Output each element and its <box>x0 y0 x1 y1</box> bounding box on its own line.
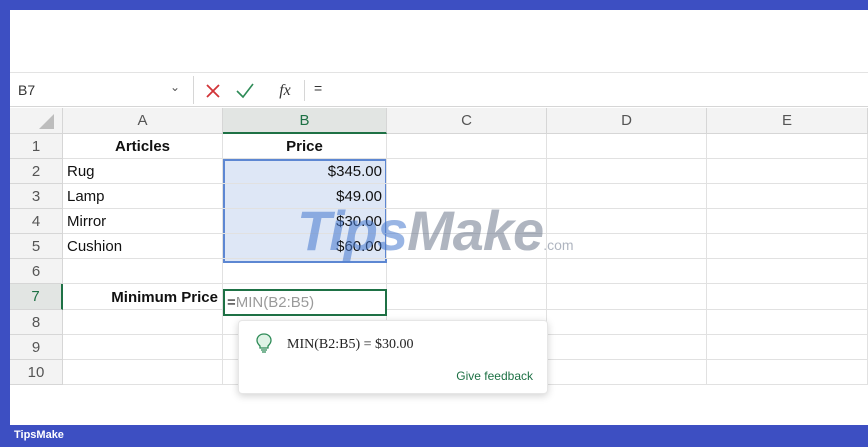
column-header-e[interactable]: E <box>707 108 868 134</box>
grid-cell[interactable] <box>707 335 868 360</box>
column-header-c[interactable]: C <box>387 108 547 134</box>
formula-bar: B7 ⌄ fx = <box>10 74 868 107</box>
formula-bar-divider <box>304 80 305 101</box>
column-header-d[interactable]: D <box>547 108 707 134</box>
suggestion-text[interactable]: MIN(B2:B5) = $30.00 <box>287 337 414 353</box>
grid-cell[interactable] <box>387 209 547 234</box>
grid-cell[interactable] <box>547 335 707 360</box>
footer-brand-label: TipsMake <box>14 429 64 441</box>
grid-cell[interactable] <box>547 284 707 310</box>
cell-b7-formula: =MIN(B2:B5) <box>227 290 314 315</box>
insert-function-icon[interactable]: fx <box>272 74 298 107</box>
row-header-9[interactable]: 9 <box>10 335 63 360</box>
cell-a2[interactable]: Rug <box>63 159 223 184</box>
lightbulb-icon <box>255 332 273 358</box>
cell-b5[interactable]: $60.00 <box>223 234 387 259</box>
close-icon[interactable] <box>200 74 226 107</box>
grid-cell[interactable] <box>707 234 868 259</box>
name-box[interactable]: B7 ⌄ <box>10 76 194 104</box>
column-header-b[interactable]: B <box>223 108 387 134</box>
grid-cell[interactable] <box>547 134 707 159</box>
select-all-corner[interactable] <box>10 108 63 134</box>
grid-cell[interactable] <box>707 360 868 385</box>
grid-cell[interactable] <box>707 310 868 335</box>
cell-a1[interactable]: Articles <box>63 134 223 159</box>
check-icon[interactable] <box>232 74 258 107</box>
grid-cell[interactable] <box>387 259 547 284</box>
chevron-down-icon[interactable]: ⌄ <box>170 80 180 94</box>
grid-cell[interactable] <box>547 259 707 284</box>
grid-cell[interactable] <box>707 209 868 234</box>
row-header-4[interactable]: 4 <box>10 209 63 234</box>
grid-cell[interactable] <box>707 259 868 284</box>
grid-cell[interactable] <box>707 159 868 184</box>
grid-cell[interactable] <box>547 234 707 259</box>
grid-cell[interactable] <box>63 259 223 284</box>
column-header-a[interactable]: A <box>63 108 223 134</box>
grid-cell[interactable] <box>547 360 707 385</box>
cell-b1[interactable]: Price <box>223 134 387 159</box>
formula-suggestion-popup[interactable]: MIN(B2:B5) = $30.00 Give feedback <box>238 320 548 394</box>
cell-a5[interactable]: Cushion <box>63 234 223 259</box>
cell-a7[interactable]: Minimum Price <box>63 285 223 310</box>
grid-cell[interactable] <box>707 284 868 310</box>
grid-cell[interactable] <box>707 134 868 159</box>
give-feedback-link[interactable]: Give feedback <box>456 369 533 383</box>
row-header-5[interactable]: 5 <box>10 234 63 259</box>
name-box-value: B7 <box>18 82 36 98</box>
grid-cell[interactable] <box>547 184 707 209</box>
row-header-3[interactable]: 3 <box>10 184 63 209</box>
ribbon-area <box>10 10 868 73</box>
cell-a3[interactable]: Lamp <box>63 184 223 209</box>
formula-ghost-hint: MIN(B2:B5) <box>235 294 315 311</box>
grid-cell[interactable] <box>387 184 547 209</box>
cell-b2[interactable]: $345.00 <box>223 159 387 184</box>
grid-cell[interactable] <box>387 159 547 184</box>
cell-a4[interactable]: Mirror <box>63 209 223 234</box>
cell-b3[interactable]: $49.00 <box>223 184 387 209</box>
row-header-8[interactable]: 8 <box>10 310 63 335</box>
row-header-7[interactable]: 7 <box>10 284 63 310</box>
grid-cell[interactable] <box>547 209 707 234</box>
grid-cell[interactable] <box>63 310 223 335</box>
grid-cell[interactable] <box>63 360 223 385</box>
grid-cell[interactable] <box>707 184 868 209</box>
grid-cell[interactable] <box>63 335 223 360</box>
grid-cell[interactable] <box>387 234 547 259</box>
grid-cell[interactable] <box>387 134 547 159</box>
formula-input[interactable]: = <box>314 80 322 96</box>
row-header-10[interactable]: 10 <box>10 360 63 385</box>
formula-equals: = <box>227 294 236 311</box>
row-header-2[interactable]: 2 <box>10 159 63 184</box>
grid-cell[interactable] <box>387 284 547 310</box>
cell-b4[interactable]: $30.00 <box>223 209 387 234</box>
grid-cell[interactable] <box>547 310 707 335</box>
excel-window: B7 ⌄ fx = A B C D E 1 2 3 4 5 6 7 8 9 10… <box>10 10 868 425</box>
row-header-1[interactable]: 1 <box>10 134 63 159</box>
row-header-6[interactable]: 6 <box>10 259 63 284</box>
grid-cell[interactable] <box>547 159 707 184</box>
